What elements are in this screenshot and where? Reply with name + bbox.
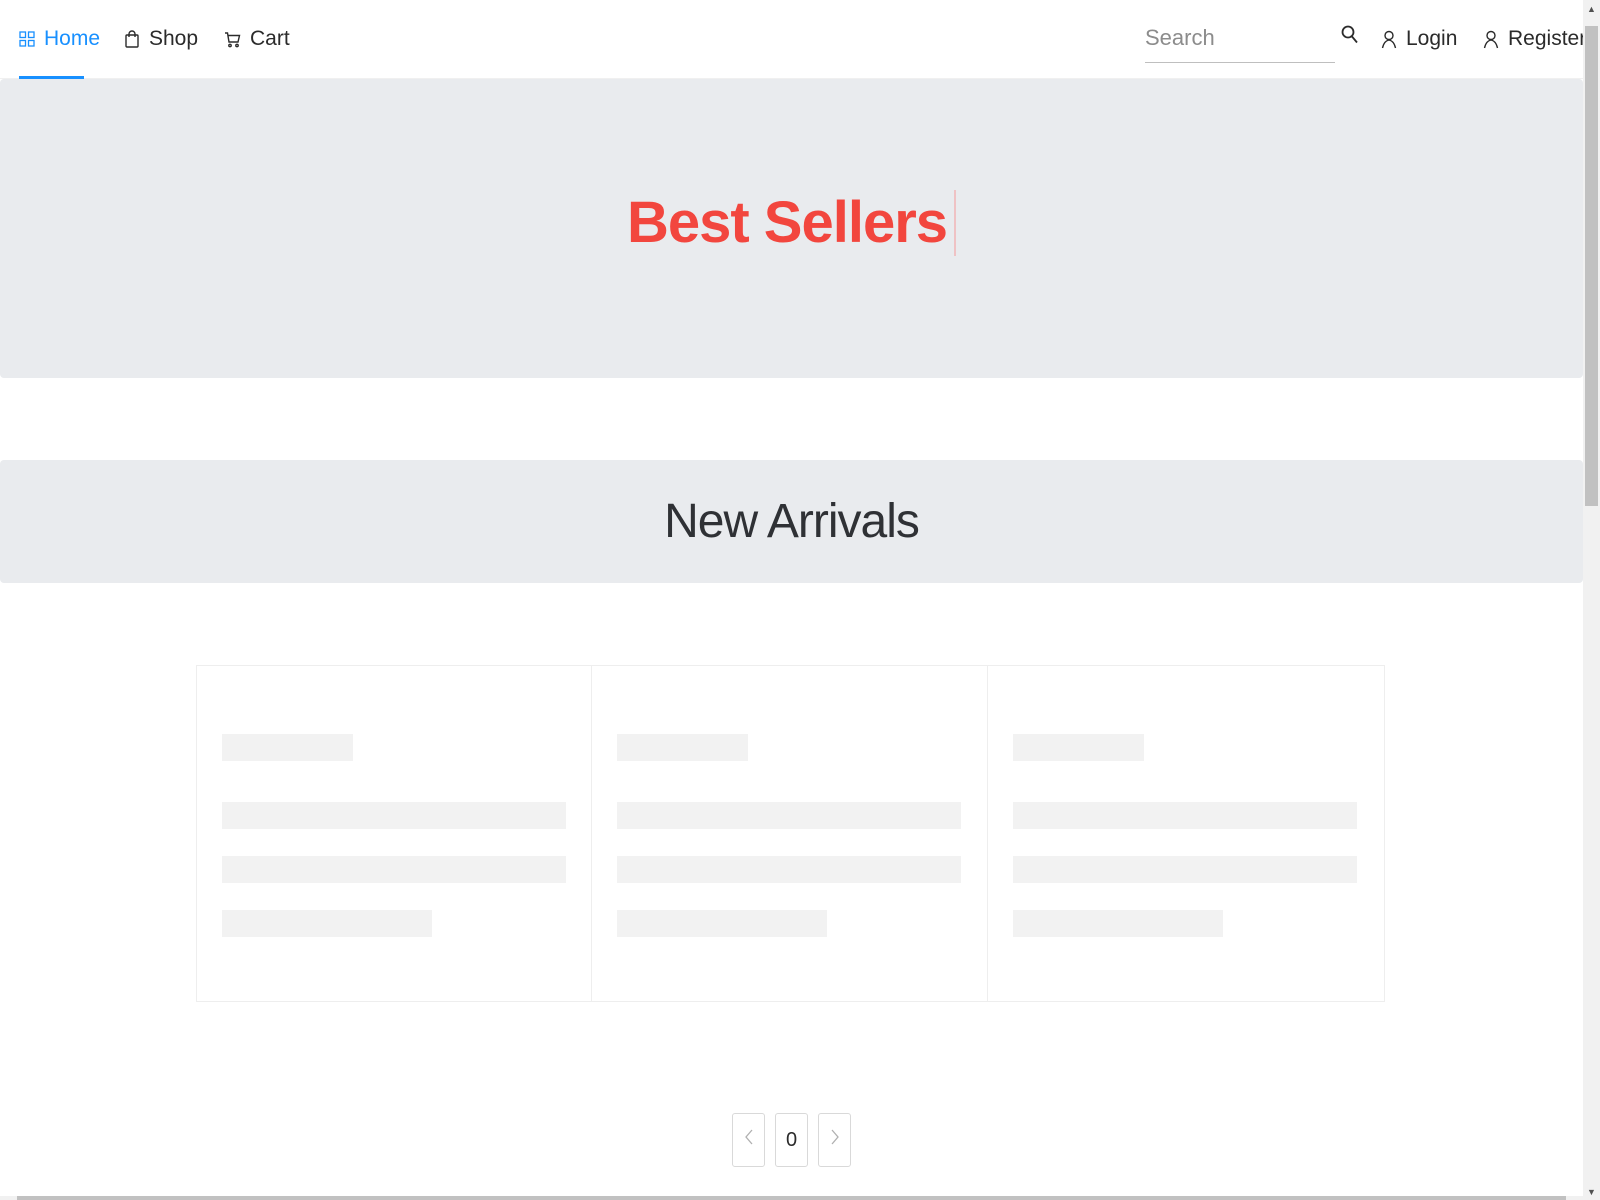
scroll-down-arrow-icon[interactable]: ▼ [1583, 1183, 1600, 1200]
best-sellers-banner: Best Sellers [0, 79, 1583, 378]
horizontal-scroll-thumb[interactable] [17, 1196, 1566, 1200]
pagination-next-button[interactable] [818, 1113, 851, 1167]
viewport: Home Shop Cart Search Login Register Bes… [0, 0, 1583, 1196]
search-input[interactable] [1145, 16, 1325, 60]
search-field [1145, 16, 1335, 63]
shopping-bag-icon [124, 30, 140, 48]
product-card-grid [196, 665, 1386, 1004]
chevron-left-icon [744, 1128, 754, 1152]
nav-cart-label: Cart [250, 27, 290, 50]
nav-home-label: Home [44, 27, 101, 50]
pagination: 0 [732, 1113, 851, 1167]
user-icon [1381, 30, 1397, 48]
typing-cursor [954, 189, 957, 256]
shopping-cart-icon [224, 30, 241, 48]
skeleton-line [616, 910, 827, 937]
horizontal-scrollbar[interactable] [0, 1196, 1583, 1200]
top-nav: Home Shop Cart Search Login Register [0, 0, 1583, 79]
pagination-prev-button[interactable] [732, 1113, 765, 1167]
nav-shop[interactable]: Shop [124, 0, 198, 78]
skeleton-title [1013, 734, 1145, 761]
nav-home[interactable]: Home [19, 0, 100, 79]
nav-login[interactable]: Login [1381, 0, 1457, 78]
skeleton-line [222, 910, 432, 937]
skeleton-title [222, 734, 353, 761]
skeleton-line [1013, 856, 1358, 883]
chevron-right-icon [830, 1128, 840, 1152]
skeleton-title [616, 734, 748, 761]
skeleton-line [222, 802, 566, 829]
best-sellers-heading: Best Sellers [626, 189, 957, 256]
nav-login-label: Login [1406, 27, 1458, 50]
appstore-icon [19, 30, 35, 48]
nav-register-label: Register [1508, 27, 1583, 50]
skeleton-line [1013, 802, 1358, 829]
product-card-skeleton [591, 665, 989, 1002]
skeleton-line [616, 856, 961, 883]
search-icon [1341, 25, 1359, 50]
user-icon [1483, 30, 1499, 48]
skeleton-line [222, 856, 566, 883]
new-arrivals-banner: New Arrivals [0, 460, 1583, 583]
page: Home Shop Cart Search Login Register Bes… [0, 0, 1600, 1200]
vertical-scrollbar[interactable]: ▲ ▼ [1583, 0, 1600, 1200]
nav-shop-label: Shop [149, 27, 199, 50]
pagination-current-page[interactable]: 0 [775, 1113, 808, 1167]
best-sellers-title: Best Sellers [626, 190, 948, 255]
new-arrivals-title: New Arrivals [664, 495, 920, 548]
scroll-up-arrow-icon[interactable]: ▲ [1583, 0, 1600, 17]
search-button[interactable] [1339, 24, 1361, 50]
nav-register[interactable]: Register [1483, 0, 1583, 78]
skeleton-line [1013, 910, 1224, 937]
product-card-skeleton [988, 665, 1386, 1002]
vertical-scroll-thumb[interactable] [1585, 26, 1598, 506]
product-card-skeleton [196, 665, 592, 1002]
nav-cart[interactable]: Cart [224, 0, 290, 78]
skeleton-line [616, 802, 961, 829]
